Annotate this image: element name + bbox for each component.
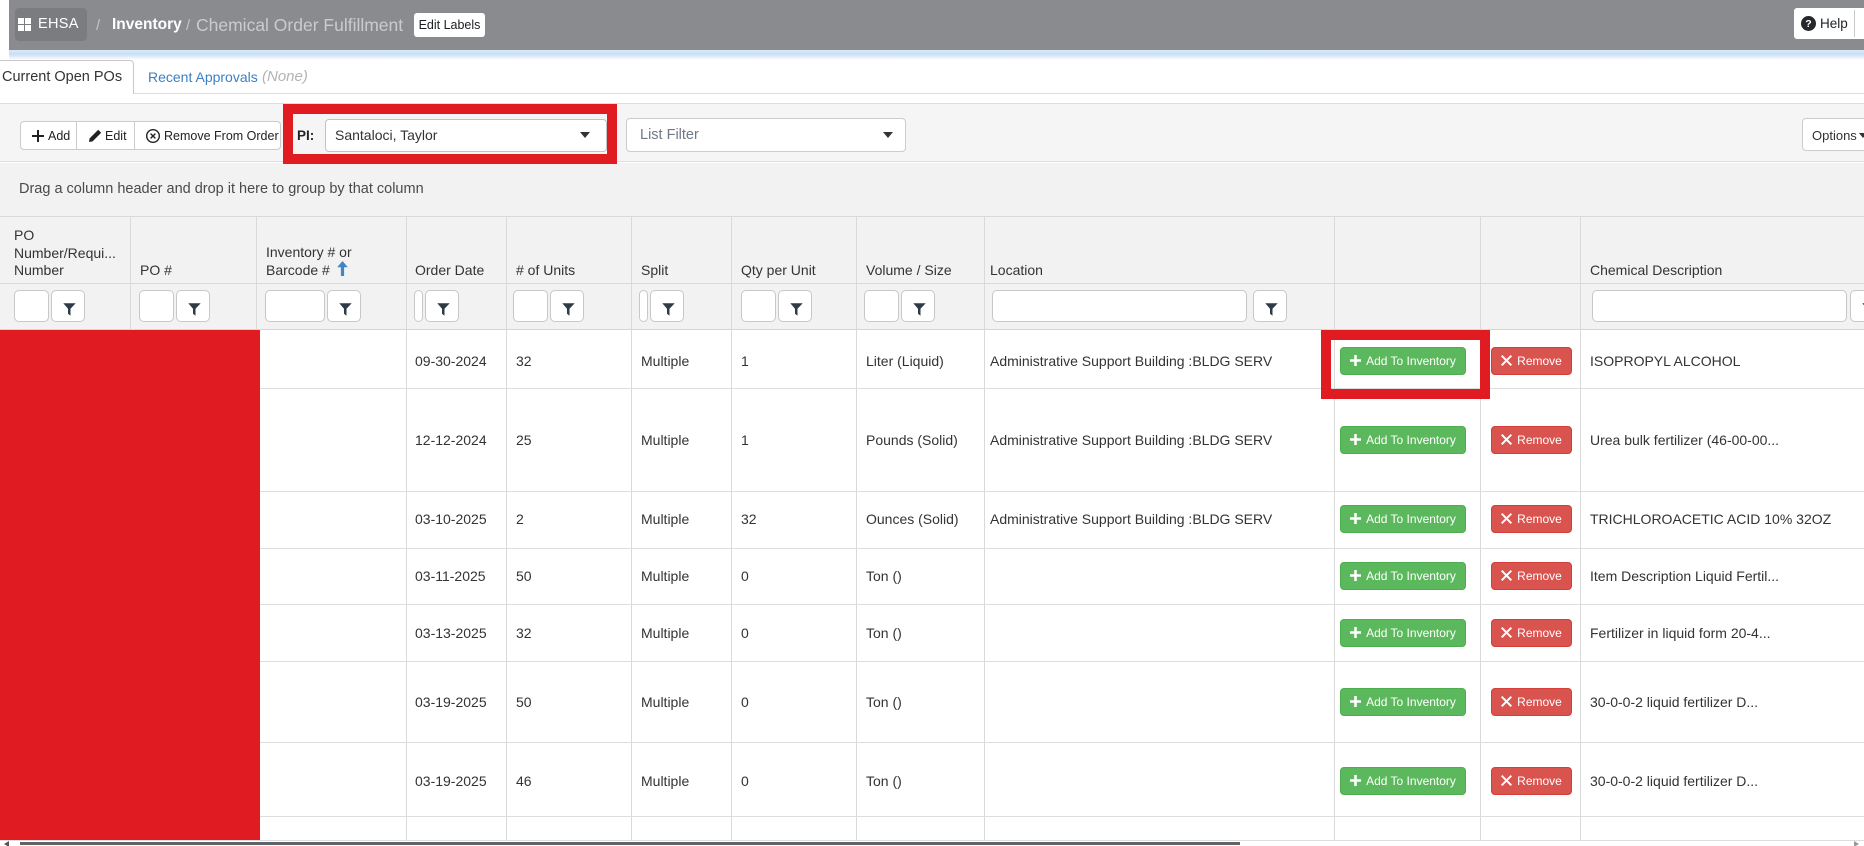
svg-text:?: ? xyxy=(1805,18,1811,30)
